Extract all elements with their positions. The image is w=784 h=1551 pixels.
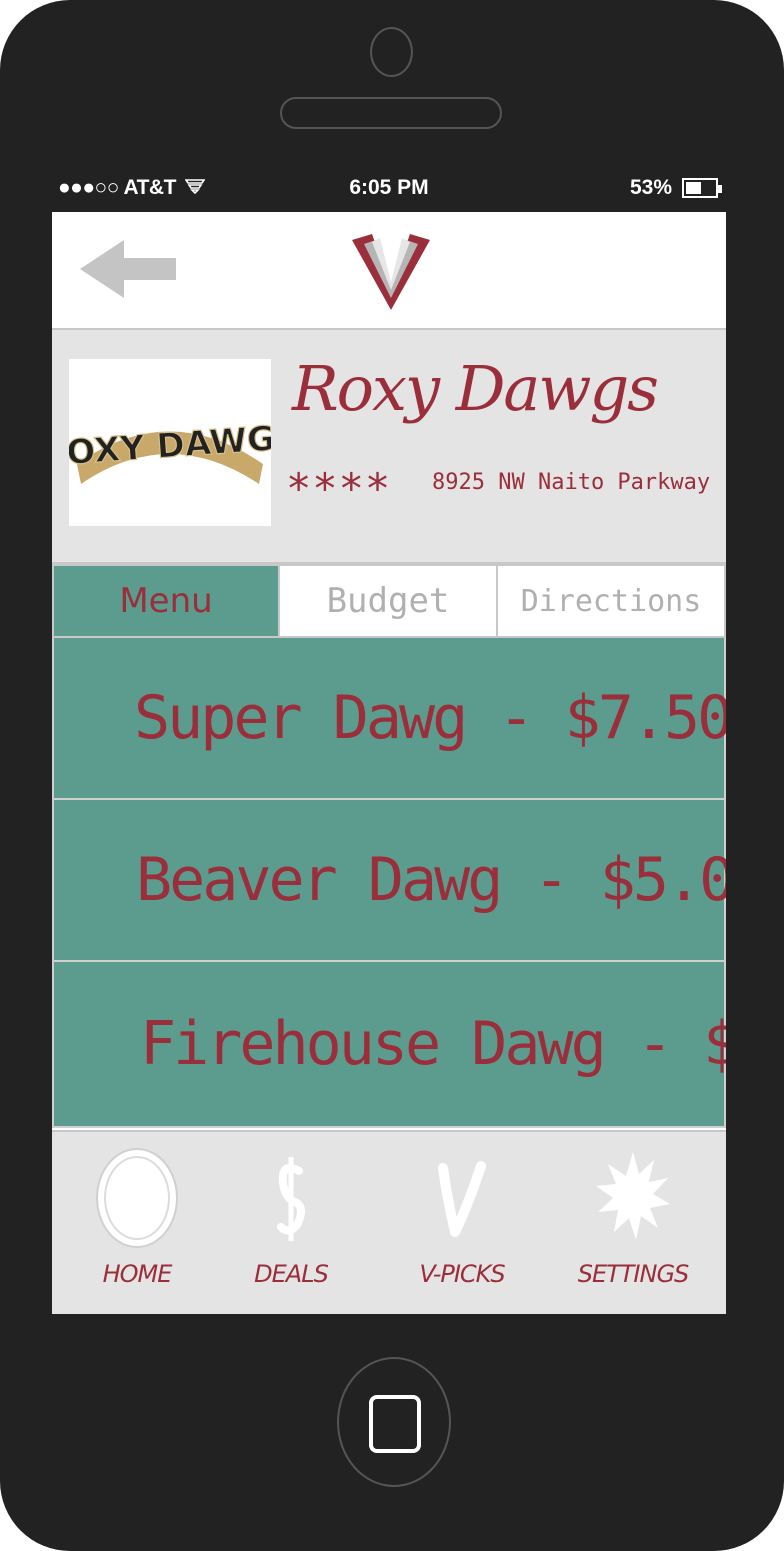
menu-item-beaver-dawg[interactable]: Beaver Dawg - $5.00 — [52, 800, 726, 962]
menu-item-firehouse-dawg[interactable]: Firehouse Dawg - $5.00 — [52, 962, 726, 1128]
tab-budget[interactable]: Budget — [280, 564, 498, 638]
nav-v-picks-label: V-PICKS — [419, 1260, 505, 1288]
home-circle-icon — [96, 1148, 178, 1248]
restaurant-address: 8925 NW Naito Parkway — [432, 470, 711, 495]
back-button[interactable] — [80, 240, 180, 300]
battery-level — [686, 182, 701, 194]
phone-frame: ●●●○○ AT&T 6:05 PM 53% ROXY DAWGS Roxy D… — [0, 0, 784, 1551]
tab-directions[interactable]: Directions — [498, 564, 726, 638]
battery-percent: 53% — [629, 176, 672, 199]
front-camera — [370, 27, 413, 77]
top-bar — [52, 212, 726, 330]
dollar-icon — [277, 1157, 305, 1241]
hardware-home-button[interactable] — [337, 1357, 451, 1487]
restaurant-info: ROXY DAWGS Roxy Dawgs **** 8925 NW Naito… — [52, 330, 726, 564]
nav-settings[interactable]: SETTINGS — [548, 1132, 718, 1314]
nav-deals[interactable]: DEALS — [206, 1132, 376, 1314]
tab-bar: Menu Budget Directions — [52, 564, 726, 638]
back-arrow-icon — [80, 240, 176, 298]
nav-v-picks[interactable]: V-PICKS — [377, 1132, 547, 1314]
menu-list: Super Dawg - $7.50 Beaver Dawg - $5.00 F… — [52, 638, 726, 1128]
restaurant-logo: ROXY DAWGS — [52, 359, 301, 526]
status-bar: ●●●○○ AT&T 6:05 PM 53% — [52, 172, 726, 208]
nav-home-label: HOME — [102, 1260, 173, 1288]
bottom-nav: HOME DEALS V-PICKS SETTINGS — [52, 1130, 726, 1314]
menu-item-super-dawg[interactable]: Super Dawg - $7.50 — [52, 638, 726, 800]
status-time: 6:05 PM — [349, 176, 429, 199]
app-screen: ROXY DAWGS Roxy Dawgs **** 8925 NW Naito… — [52, 212, 726, 1314]
restaurant-name: Roxy Dawgs — [292, 352, 659, 425]
nav-settings-label: SETTINGS — [577, 1260, 690, 1288]
home-square-icon — [369, 1395, 421, 1453]
roxy-dawgs-logo-image: ROXY DAWGS — [52, 416, 301, 484]
v-icon — [438, 1161, 486, 1237]
nav-deals-label: DEALS — [254, 1260, 329, 1288]
battery-icon — [682, 178, 722, 198]
earpiece-speaker — [280, 97, 502, 129]
gear-star-icon — [596, 1152, 670, 1240]
tab-menu[interactable]: Menu — [52, 564, 280, 638]
rating-stars: **** — [286, 464, 392, 513]
nav-home[interactable]: HOME — [52, 1132, 222, 1314]
v-logo-icon — [350, 232, 432, 314]
